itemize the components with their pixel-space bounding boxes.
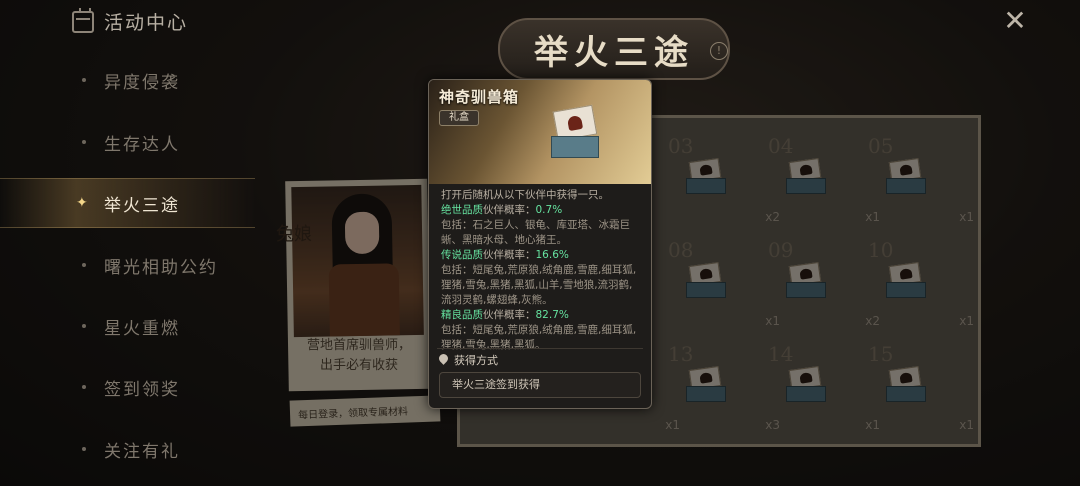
source-heading-label: 获得方式 [454, 354, 498, 367]
sidebar-item-follow[interactable]: 关注有礼 [0, 424, 255, 474]
tier-line: 传说品质伙伴概率：16.6% [441, 248, 641, 263]
gift-box-icon [551, 104, 601, 162]
sidebar: 活动中心 异度侵袭 生存达人 ✦ 举火三途 曙光相助公约 星火重燃 签到领奖 关… [0, 0, 260, 486]
item-tooltip: 神奇驯兽箱 礼盒 打开后随机从以下伙伴中获得一只。 绝世品质伙伴概率：0.7% … [428, 79, 652, 409]
sidebar-item-survival[interactable]: 生存达人 [0, 117, 255, 167]
tier-rate: 0.7% [535, 204, 563, 216]
sidebar-item-label: 星火重燃 [104, 318, 180, 339]
item-intro: 打开后随机从以下伙伴中获得一只。 [441, 189, 609, 201]
divider [437, 348, 643, 349]
event-banner: 举火三途 [498, 18, 730, 80]
sidebar-item-dawn-pact[interactable]: 曙光相助公约 [0, 240, 255, 290]
tier-rate-label: 伙伴概率： [483, 249, 536, 261]
sidebar-item-invasion[interactable]: 异度侵袭 [0, 55, 255, 105]
sidebar-header: 活动中心 [72, 7, 189, 35]
sidebar-item-sign-in[interactable]: 签到领奖 [0, 362, 255, 412]
close-button[interactable]: ✕ [1000, 6, 1030, 36]
tier-rate: 16.6% [535, 249, 569, 261]
sidebar-item-label: 异度侵袭 [104, 72, 180, 93]
tier-line: 精良品质伙伴概率：82.7% [441, 308, 641, 323]
tier-includes: 包括：石之巨人、银龟、库亚塔、冰霜巨蜥、黑暗水母、地心猪王。 [441, 219, 630, 246]
tier-quality: 传说品质 [441, 249, 483, 261]
tier-rate-label: 伙伴概率： [483, 204, 536, 216]
sidebar-item-rekindle[interactable]: 星火重燃 [0, 301, 255, 351]
tooltip-header: 神奇驯兽箱 礼盒 [429, 80, 651, 184]
item-type-tag: 礼盒 [439, 110, 479, 126]
source-heading: 获得方式 [439, 352, 498, 368]
bullet-icon [82, 263, 86, 267]
calendar-icon [72, 7, 94, 33]
info-icon[interactable]: ! [710, 42, 728, 60]
sidebar-item-torch[interactable]: ✦ 举火三途 [0, 178, 255, 228]
tier-rate-label: 伙伴概率： [483, 309, 536, 321]
sidebar-item-label: 生存达人 [104, 134, 180, 155]
item-name: 神奇驯兽箱 [439, 88, 520, 106]
tier-rate: 82.7% [535, 309, 569, 321]
item-description: 打开后随机从以下伙伴中获得一只。 绝世品质伙伴概率：0.7% 包括：石之巨人、银… [429, 184, 651, 353]
bullet-icon [82, 385, 86, 389]
tier-line: 绝世品质伙伴概率：0.7% [441, 203, 641, 218]
bullet-icon [82, 78, 86, 82]
sidebar-item-label: 签到领奖 [104, 379, 180, 400]
sidebar-item-label: 举火三途 [104, 195, 180, 216]
tier-quality: 精良品质 [441, 309, 483, 321]
location-pin-icon [439, 354, 448, 366]
tier-quality: 绝世品质 [441, 204, 483, 216]
sparkle-icon: ✦ [76, 195, 90, 211]
sidebar-item-label: 曙光相助公约 [104, 257, 218, 278]
bullet-icon [82, 447, 86, 451]
event-title: 举火三途 [534, 32, 694, 73]
sidebar-item-label: 关注有礼 [104, 441, 180, 462]
bullet-icon [82, 140, 86, 144]
bullet-icon [82, 324, 86, 328]
sidebar-title: 活动中心 [104, 12, 189, 34]
tier-includes: 包括：短尾兔,荒原狼,绒角鹿,雪鹿,细耳狐,狸猪,雪兔,黑猪,黑狐,山羊,雪地狼… [441, 264, 637, 306]
source-link[interactable]: 举火三途签到获得 [439, 372, 641, 398]
